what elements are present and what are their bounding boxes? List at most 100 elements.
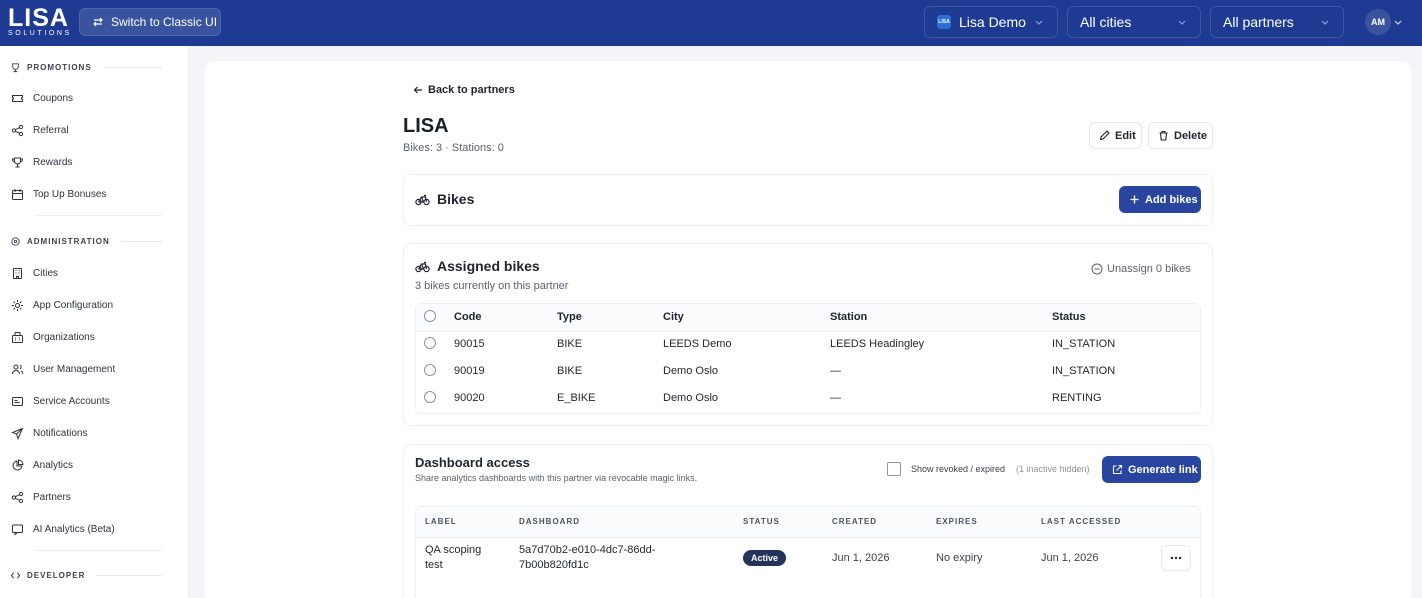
dashboard-access-title: Dashboard access [415, 455, 530, 470]
switch-classic-button[interactable]: Switch to Classic UI [79, 8, 221, 36]
user-avatar[interactable]: AM [1365, 9, 1391, 35]
sidebar-item-label: User Management [33, 363, 116, 375]
trophy-icon [12, 63, 19, 73]
bike-code: 90019 [454, 365, 485, 377]
chat-icon [12, 524, 23, 536]
arrow-left-icon [413, 86, 422, 94]
edit-button[interactable]: Edit [1089, 122, 1142, 149]
page-title: LISA [403, 115, 449, 137]
row-select-radio[interactable] [424, 364, 436, 376]
show-revoked-checkbox[interactable] [887, 462, 901, 476]
bike-type: BIKE [557, 365, 583, 377]
column-header[interactable]: Code [454, 311, 482, 323]
logo-text: LISA [8, 4, 69, 32]
column-header[interactable]: Type [557, 311, 582, 323]
sidebar-item-label: Notifications [33, 427, 88, 439]
switch-classic-label: Switch to Classic UI [111, 15, 218, 29]
link-label-line1: QA scoping [425, 544, 482, 556]
chevron-down-icon [1035, 20, 1043, 25]
bikes-panel [403, 174, 1213, 226]
sidebar-item-label: Top Up Bonuses [33, 188, 107, 200]
sidebar-item-user-management[interactable]: User Management [11, 361, 115, 377]
section-title: DEVELOPER [27, 571, 86, 580]
show-revoked-label[interactable]: Show revoked / expired [911, 464, 1005, 474]
sidebar-item-service-accounts[interactable]: Service Accounts [11, 393, 110, 409]
add-bikes-label: Add bikes [1145, 193, 1198, 206]
lisa-logo[interactable]: LISA SOLUTIONS [8, 6, 72, 38]
city-select[interactable]: All cities [1067, 6, 1201, 38]
code-icon [10, 572, 21, 579]
created-date: Jun 1, 2026 [832, 552, 890, 564]
select-all-radio[interactable] [424, 310, 436, 322]
sidebar-item-label: Organizations [33, 331, 95, 343]
column-header: LAST ACCESSED [1041, 517, 1122, 526]
row-actions-button[interactable] [1161, 545, 1191, 571]
section-title: PROMOTIONS [27, 63, 92, 72]
last-accessed-date: Jun 1, 2026 [1041, 552, 1099, 564]
row-select-radio[interactable] [424, 391, 436, 403]
organization-select[interactable]: LISA Lisa Demo [924, 6, 1058, 38]
bike-status: RENTING [1052, 392, 1102, 404]
sidebar-item-partners[interactable]: Partners [11, 489, 71, 505]
chevron-down-icon [1178, 20, 1186, 25]
sidebar-item-organizations[interactable]: Organizations [11, 329, 95, 345]
bicycle-icon [415, 194, 430, 205]
column-header: CREATED [832, 517, 878, 526]
section-header-administration: ADMINISTRATION [10, 236, 162, 247]
unassign-bikes-button[interactable]: Unassign 0 bikes [1091, 263, 1191, 275]
column-header[interactable]: City [663, 311, 684, 323]
sidebar-item-coupons[interactable]: Coupons [11, 90, 73, 106]
sidebar-item-top-up-bonuses[interactable]: Top Up Bonuses [11, 186, 106, 202]
sidebar-item-label: Referral [33, 124, 69, 136]
bike-city: Demo Oslo [663, 365, 719, 377]
bike-city: Demo Oslo [663, 392, 719, 404]
sidebar-item-referral[interactable]: Referral [11, 122, 69, 138]
generate-link-label: Generate link [1128, 463, 1198, 476]
sidebar-item-cities[interactable]: Cities [11, 265, 58, 281]
bikes-title-text: Bikes [437, 191, 475, 207]
bike-city: LEEDS Demo [663, 338, 732, 350]
dashboard-id-line2: 7b00b820fd1c [519, 559, 589, 571]
delete-button[interactable]: Delete [1148, 122, 1213, 149]
bike-station: LEEDS Headingley [830, 338, 925, 350]
sidebar-item-analytics[interactable]: Analytics [11, 457, 73, 473]
assigned-bikes-title: Assigned bikes [415, 258, 540, 274]
sidebar-item-label: Coupons [33, 92, 74, 104]
swap-icon [93, 17, 103, 27]
id-card-icon [12, 396, 23, 406]
column-header: DASHBOARD [519, 517, 580, 526]
sidebar-item-rewards[interactable]: Rewards [11, 154, 72, 170]
partner-select[interactable]: All partners [1210, 6, 1344, 38]
gear-icon [12, 299, 23, 311]
ticket-icon [12, 94, 23, 102]
unassign-label: Unassign 0 bikes [1107, 263, 1191, 275]
back-to-partners-link[interactable]: Back to partners [413, 84, 515, 96]
column-header[interactable]: Status [1052, 311, 1086, 323]
bike-type: BIKE [557, 338, 583, 350]
sidebar-item-app-configuration[interactable]: App Configuration [11, 297, 113, 313]
column-header[interactable]: Station [830, 311, 867, 323]
sidebar: PROMOTIONS Coupons Referral Rewards Top … [0, 46, 189, 598]
chevron-down-icon[interactable] [1393, 17, 1403, 27]
generate-link-button[interactable]: Generate link [1102, 456, 1201, 483]
org-badge-icon: LISA [937, 15, 951, 29]
assigned-title-text: Assigned bikes [437, 258, 540, 274]
bicycle-icon [415, 261, 430, 272]
external-link-icon [1112, 464, 1123, 475]
add-bikes-button[interactable]: Add bikes [1119, 186, 1201, 213]
bike-code: 90020 [454, 392, 485, 404]
building-icon [13, 267, 22, 279]
sidebar-item-label: AI Analytics (Beta) [33, 523, 115, 535]
column-header: STATUS [743, 517, 780, 526]
bike-type: E_BIKE [557, 392, 596, 404]
plus-icon [1130, 195, 1139, 204]
sidebar-item-ai-analytics[interactable]: AI Analytics (Beta) [11, 521, 115, 537]
sidebar-item-label: Analytics [33, 459, 74, 471]
row-select-radio[interactable] [424, 337, 436, 349]
bike-status: IN_STATION [1052, 365, 1116, 377]
section-header-promotions: PROMOTIONS [10, 62, 162, 73]
link-label-line2: test [425, 559, 443, 571]
partner-select-value: All partners [1223, 14, 1294, 30]
assigned-subtitle: 3 bikes currently on this partner [415, 280, 569, 292]
sidebar-item-notifications[interactable]: Notifications [11, 425, 87, 441]
